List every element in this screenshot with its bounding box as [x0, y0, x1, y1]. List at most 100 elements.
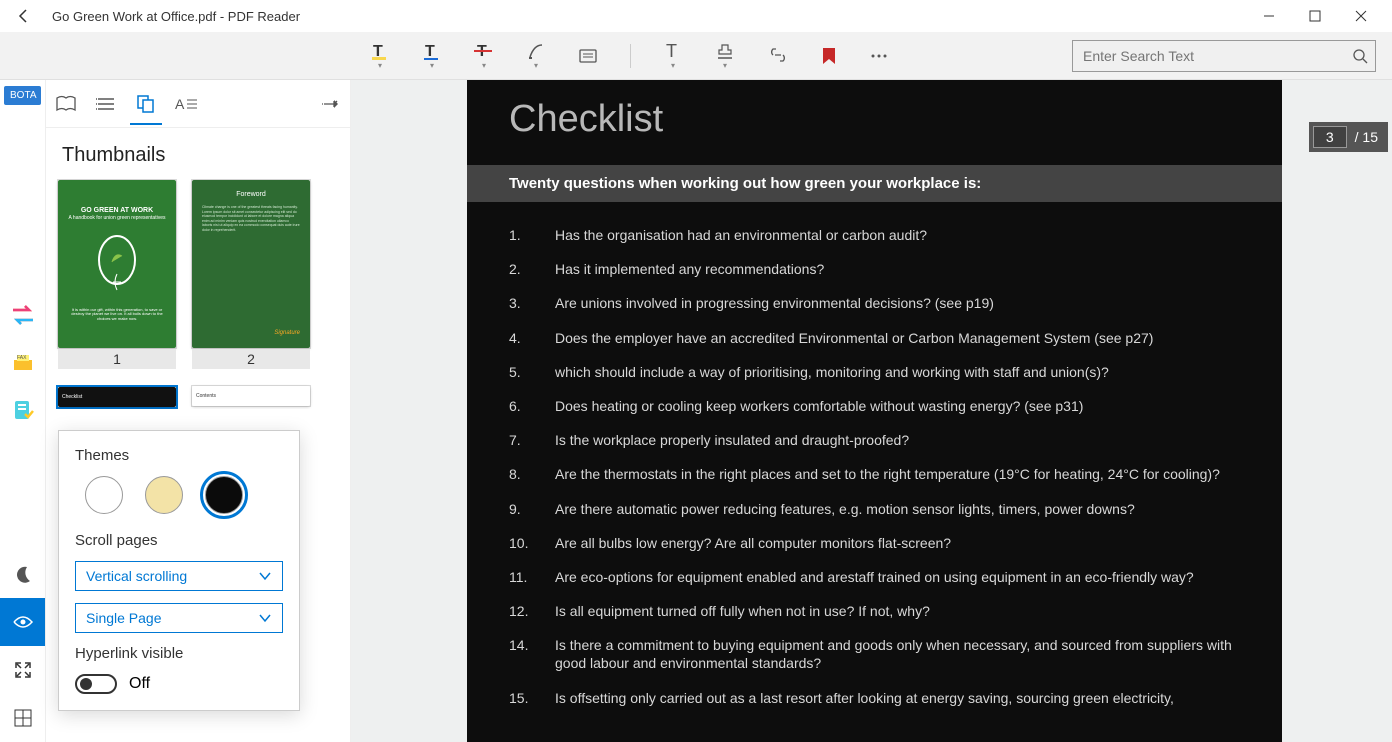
search-icon[interactable] [1352, 48, 1368, 64]
svg-text:T: T [666, 41, 677, 61]
ink-tool[interactable]: ▾ [526, 41, 546, 70]
rail-form-icon[interactable] [0, 387, 45, 435]
hyperlink-label: Hyperlink visible [75, 645, 283, 662]
tab-annotations[interactable]: A [166, 84, 206, 124]
question-row: 4.Does the employer have an accredited E… [509, 329, 1240, 347]
rail-fullscreen-icon[interactable] [0, 646, 45, 694]
question-text: Does the employer have an accredited Env… [549, 329, 1240, 347]
thumbnails-title: Thumbnails [46, 128, 350, 179]
chevron-down-icon [258, 571, 272, 581]
question-number: 6. [509, 397, 549, 415]
chevron-down-icon [258, 613, 272, 623]
question-number: 2. [509, 260, 549, 278]
question-number: 5. [509, 363, 549, 381]
page-mode-select[interactable]: Single Page [75, 603, 283, 633]
scroll-label: Scroll pages [75, 532, 283, 549]
rail-night-icon[interactable] [0, 550, 45, 598]
strikeout-tool[interactable]: T▾ [474, 41, 494, 70]
link-tool[interactable] [767, 48, 789, 64]
thumb-pagenum: 2 [192, 349, 310, 369]
question-number: 3. [509, 294, 549, 312]
question-row: 3.Are unions involved in progressing env… [509, 294, 1240, 312]
thumbnail-4[interactable]: Contents [192, 385, 310, 409]
window-title: Go Green Work at Office.pdf - PDF Reader [52, 9, 300, 24]
left-rail: BOTA FAX [0, 80, 46, 742]
question-text: Are unions involved in progressing envir… [549, 294, 1240, 312]
rail-view-icon[interactable] [0, 598, 45, 646]
theme-dark[interactable] [205, 476, 243, 514]
question-row: 11.Are eco-options for equipment enabled… [509, 568, 1240, 586]
question-number: 7. [509, 431, 549, 449]
question-text: Are the thermostats in the right places … [549, 465, 1240, 483]
question-row: 12.Is all equipment turned off fully whe… [509, 602, 1240, 620]
tab-reading[interactable] [46, 84, 86, 124]
note-tool[interactable] [578, 47, 598, 65]
highlight-tool[interactable]: T▾ [370, 41, 390, 70]
document-area[interactable]: Checklist Twenty questions when working … [351, 80, 1392, 742]
underline-tool[interactable]: T▾ [422, 41, 442, 70]
question-text: Is there a commitment to buying equipmen… [549, 636, 1240, 672]
stamp-tool[interactable]: ▾ [715, 41, 735, 70]
thumbnail-2[interactable]: Foreword Climate change is one of the gr… [192, 179, 310, 369]
scroll-mode-select[interactable]: Vertical scrolling [75, 561, 283, 591]
question-row: 5.which should include a way of prioriti… [509, 363, 1240, 381]
pdf-page: Checklist Twenty questions when working … [467, 80, 1282, 742]
thumb-pagenum: 1 [58, 349, 176, 369]
maximize-button[interactable] [1292, 0, 1338, 32]
close-button[interactable] [1338, 0, 1384, 32]
question-number: 1. [509, 226, 549, 244]
tab-thumbnails[interactable] [126, 84, 166, 124]
question-text: Has it implemented any recommendations? [549, 260, 1240, 278]
tab-pin[interactable] [310, 84, 350, 124]
rail-grid-icon[interactable] [0, 694, 45, 742]
question-number: 9. [509, 500, 549, 518]
question-row: 15.Is offsetting only carried out as a l… [509, 689, 1240, 707]
question-text: Is offsetting only carried out as a last… [549, 689, 1240, 707]
question-text: Does heating or cooling keep workers com… [549, 397, 1240, 415]
question-number: 12. [509, 602, 549, 620]
back-button[interactable] [8, 0, 40, 32]
theme-light[interactable] [85, 476, 123, 514]
tab-outline[interactable] [86, 84, 126, 124]
page-current-input[interactable]: 3 [1313, 126, 1347, 148]
theme-sepia[interactable] [145, 476, 183, 514]
question-text: which should include a way of prioritisi… [549, 363, 1240, 381]
thumbnail-1[interactable]: GO GREEN AT WORK A handbook for union gr… [58, 179, 176, 369]
question-row: 8.Are the thermostats in the right place… [509, 465, 1240, 483]
rail-convert-icon[interactable] [0, 291, 45, 339]
search-input[interactable] [1072, 40, 1376, 72]
page-total: / 15 [1355, 129, 1378, 145]
question-row: 2.Has it implemented any recommendations… [509, 260, 1240, 278]
titlebar: Go Green Work at Office.pdf - PDF Reader [0, 0, 1392, 32]
page-indicator: 3 / 15 [1309, 122, 1388, 152]
themes-label: Themes [75, 447, 283, 464]
more-tool[interactable] [869, 46, 889, 66]
doc-subtitle: Twenty questions when working out how gr… [509, 175, 1240, 192]
question-number: 8. [509, 465, 549, 483]
rail-fax-icon[interactable]: FAX [0, 339, 45, 387]
question-text: Is the workplace properly insulated and … [549, 431, 1240, 449]
question-row: 7.Is the workplace properly insulated an… [509, 431, 1240, 449]
rail-tag[interactable]: BOTA [4, 86, 41, 105]
question-row: 9.Are there automatic power reducing fea… [509, 500, 1240, 518]
view-settings-popup: Themes Scroll pages Vertical scrolling S… [58, 430, 300, 711]
question-text: Are eco-options for equipment enabled an… [549, 568, 1240, 586]
question-row: 1.Has the organisation had an environmen… [509, 226, 1240, 244]
thumbnail-3[interactable]: Checklist [58, 385, 176, 409]
question-number: 15. [509, 689, 549, 707]
question-row: 6.Does heating or cooling keep workers c… [509, 397, 1240, 415]
question-text: Are there automatic power reducing featu… [549, 500, 1240, 518]
toggle-state: Off [129, 675, 150, 693]
question-number: 11. [509, 568, 549, 586]
svg-text:A: A [175, 96, 185, 112]
minimize-button[interactable] [1246, 0, 1292, 32]
hyperlink-toggle[interactable] [75, 674, 117, 694]
bookmark-tool[interactable] [821, 47, 837, 65]
search-wrap [1072, 40, 1376, 72]
question-number: 10. [509, 534, 549, 552]
question-text: Are all bulbs low energy? Are all comput… [549, 534, 1240, 552]
question-number: 14. [509, 636, 549, 672]
toolbar-divider [630, 44, 631, 68]
question-number: 4. [509, 329, 549, 347]
text-tool[interactable]: T▾ [663, 41, 683, 70]
